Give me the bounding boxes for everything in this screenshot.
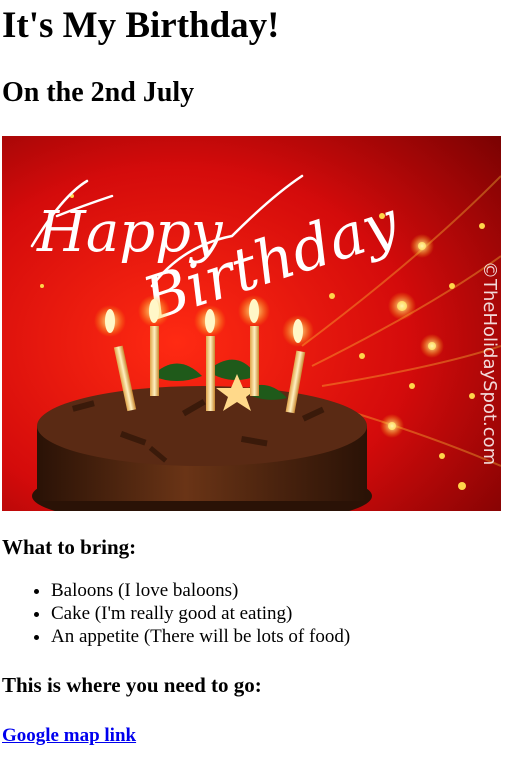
directions-heading: This is where you need to go: xyxy=(2,673,262,697)
page-title: It's My Birthday! xyxy=(2,5,280,46)
bring-heading: What to bring: xyxy=(2,535,137,559)
page-subtitle: On the 2nd July xyxy=(2,77,195,108)
banner-watermark: ©TheHolidaySpot.com xyxy=(479,261,500,465)
google-map-link[interactable]: Google map link xyxy=(2,725,136,747)
list-item: An appetite (There will be lots of food) xyxy=(51,625,520,648)
list-item: Baloons (I love baloons) xyxy=(51,579,520,602)
bring-list: Baloons (I love baloons) Cake (I'm reall… xyxy=(2,579,520,648)
page: It's My Birthday! On the 2nd July Happy … xyxy=(0,0,522,747)
list-item: Cake (I'm really good at eating) xyxy=(51,602,520,625)
birthday-banner-image: Happy Birthday ©TheHolidaySpot.com xyxy=(2,136,501,511)
